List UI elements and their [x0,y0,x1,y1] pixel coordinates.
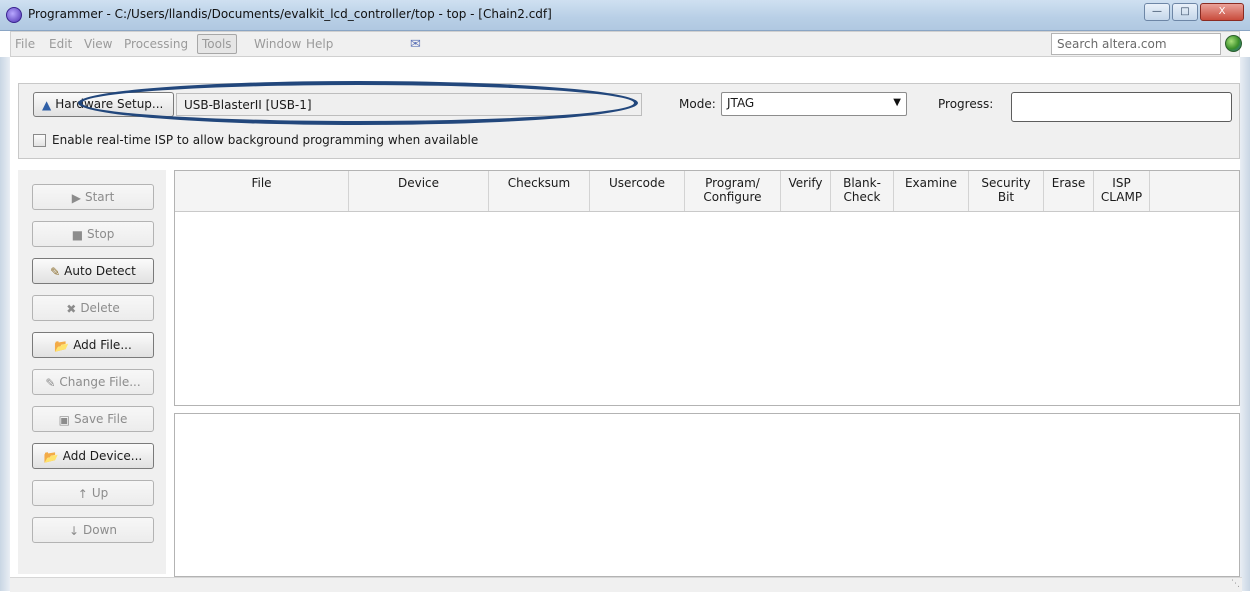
title-bar: Programmer - C:/Users/llandis/Documents/… [0,0,1250,31]
status-bar: ⋱ [10,577,1242,592]
mode-select[interactable]: JTAG ▼ [721,92,907,116]
mode-label: Mode: [679,97,716,111]
down-label: Down [83,523,118,537]
up-button[interactable]: ↑ Up [32,480,154,506]
add-device-icon: 📂 [43,449,59,464]
column-blank-check[interactable]: Blank- Check [831,171,894,211]
delete-button[interactable]: ✖ Delete [32,295,154,321]
auto-detect-label: Auto Detect [64,264,136,278]
progress-bar [1011,92,1232,122]
menu-file[interactable]: File [15,37,35,51]
change-file-label: Change File... [59,375,141,389]
chevron-down-icon: ▼ [893,97,901,108]
add-file-label: Add File... [73,338,132,352]
add-file-icon: 📂 [54,338,70,353]
column-isp-clamp[interactable]: ISP CLAMP [1094,171,1150,211]
hardware-panel: ▲ Hardware Setup... USB-BlasterII [USB-1]… [18,83,1240,159]
menu-edit[interactable]: Edit [49,37,72,51]
hardware-device-field: USB-BlasterII [USB-1] [176,93,642,116]
stop-icon: ■ [71,227,84,242]
close-button[interactable]: X [1200,3,1244,21]
action-buttons-panel: ▶ Start ■ Stop ✎ Auto Detect ✖ Delete 📂 Add F… [18,170,166,574]
save-file-label: Save File [73,412,128,426]
start-icon: ▶ [71,190,81,205]
column-erase[interactable]: Erase [1044,171,1094,211]
column-verify[interactable]: Verify [781,171,831,211]
change-file-icon: ✎ [45,375,56,390]
window-frame-left [0,57,10,591]
minimize-button[interactable]: — [1144,3,1170,21]
up-label: Up [91,486,109,500]
add-device-label: Add Device... [62,449,143,463]
auto-detect-icon: ✎ [50,264,61,279]
column-usercode[interactable]: Usercode [590,171,685,211]
stop-label: Stop [87,227,115,241]
save-file-button[interactable]: ▣ Save File [32,406,154,432]
up-icon: ↑ [77,486,88,501]
delete-icon: ✖ [66,301,77,316]
maximize-button[interactable]: □ [1172,3,1198,21]
save-file-icon: ▣ [58,412,70,427]
start-button[interactable]: ▶ Start [32,184,154,210]
isp-option[interactable]: Enable real-time ISP to allow background… [33,133,478,147]
programmer-app-icon [6,7,22,23]
hardware-setup-button[interactable]: ▲ Hardware Setup... [33,92,174,117]
isp-checkbox-label: Enable real-time ISP to allow background… [52,133,479,147]
column-program-configure[interactable]: Program/ Configure [685,171,781,211]
window-frame-right [1240,57,1250,591]
resize-grip-icon[interactable]: ⋱ [1231,579,1240,589]
hardware-setup-icon: ▲ [42,97,52,112]
mode-value: JTAG [727,96,755,110]
change-file-button[interactable]: ✎ Change File... [32,369,154,395]
add-device-button[interactable]: 📂 Add Device... [32,443,154,469]
add-file-button[interactable]: 📂 Add File... [32,332,154,358]
column-device[interactable]: Device [349,171,489,211]
search-input[interactable]: Search altera.com [1051,33,1221,55]
menu-window[interactable]: Window [254,37,301,51]
device-chain-view [174,413,1240,577]
table-header: File Device Checksum Usercode Program/ C… [175,171,1239,212]
window-title: Programmer - C:/Users/llandis/Documents/… [28,7,552,21]
menu-view[interactable]: View [84,37,112,51]
globe-icon[interactable] [1225,35,1242,52]
start-label: Start [84,190,115,204]
feedback-icon[interactable]: ✉ [410,37,421,52]
menu-bar: File Edit View Processing Tools Window H… [10,31,1242,57]
column-checksum[interactable]: Checksum [489,171,590,211]
stop-button[interactable]: ■ Stop [32,221,154,247]
down-icon: ↓ [68,523,80,538]
device-chain-table: File Device Checksum Usercode Program/ C… [174,170,1240,406]
column-examine[interactable]: Examine [894,171,969,211]
delete-label: Delete [80,301,120,315]
down-button[interactable]: ↓ Down [32,517,154,543]
hardware-setup-label: Hardware Setup... [55,97,164,111]
isp-checkbox[interactable] [33,133,46,147]
window-controls: — □ X [1144,3,1244,21]
progress-label: Progress: [938,97,994,111]
auto-detect-button[interactable]: ✎ Auto Detect [32,258,154,284]
column-security-bit[interactable]: Security Bit [969,171,1044,211]
menu-help[interactable]: Help [306,37,333,51]
column-file[interactable]: File [175,171,349,211]
menu-tools[interactable]: Tools [197,34,237,54]
menu-processing[interactable]: Processing [124,37,188,51]
